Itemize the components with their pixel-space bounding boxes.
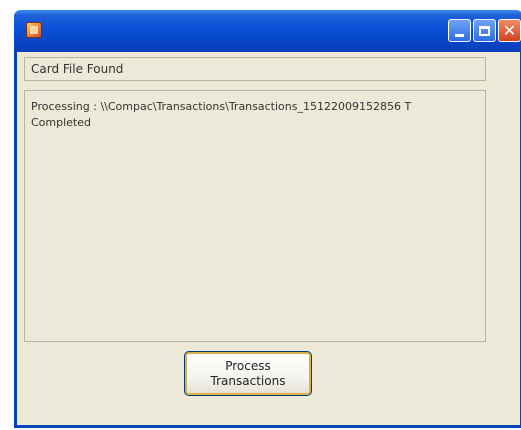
maximize-button[interactable]: [473, 19, 496, 42]
minimize-icon: [455, 34, 464, 37]
title-bar[interactable]: ✕: [14, 10, 521, 52]
close-icon: ✕: [502, 20, 517, 40]
process-button-label-line2: Transactions: [210, 373, 286, 388]
processing-log[interactable]: Processing : \\Compac\Transactions\Trans…: [24, 90, 486, 342]
process-button-label-line1: Process: [225, 358, 271, 373]
status-text: Card File Found: [31, 62, 124, 76]
minimize-button[interactable]: [448, 19, 471, 42]
status-field[interactable]: Card File Found: [24, 57, 486, 81]
log-line: Completed: [31, 116, 91, 129]
close-button[interactable]: ✕: [498, 19, 521, 42]
maximize-icon: [479, 25, 490, 36]
app-icon[interactable]: [26, 22, 42, 38]
process-transactions-button[interactable]: Process Transactions: [184, 351, 312, 396]
log-line: Processing : \\Compac\Transactions\Trans…: [31, 100, 412, 113]
